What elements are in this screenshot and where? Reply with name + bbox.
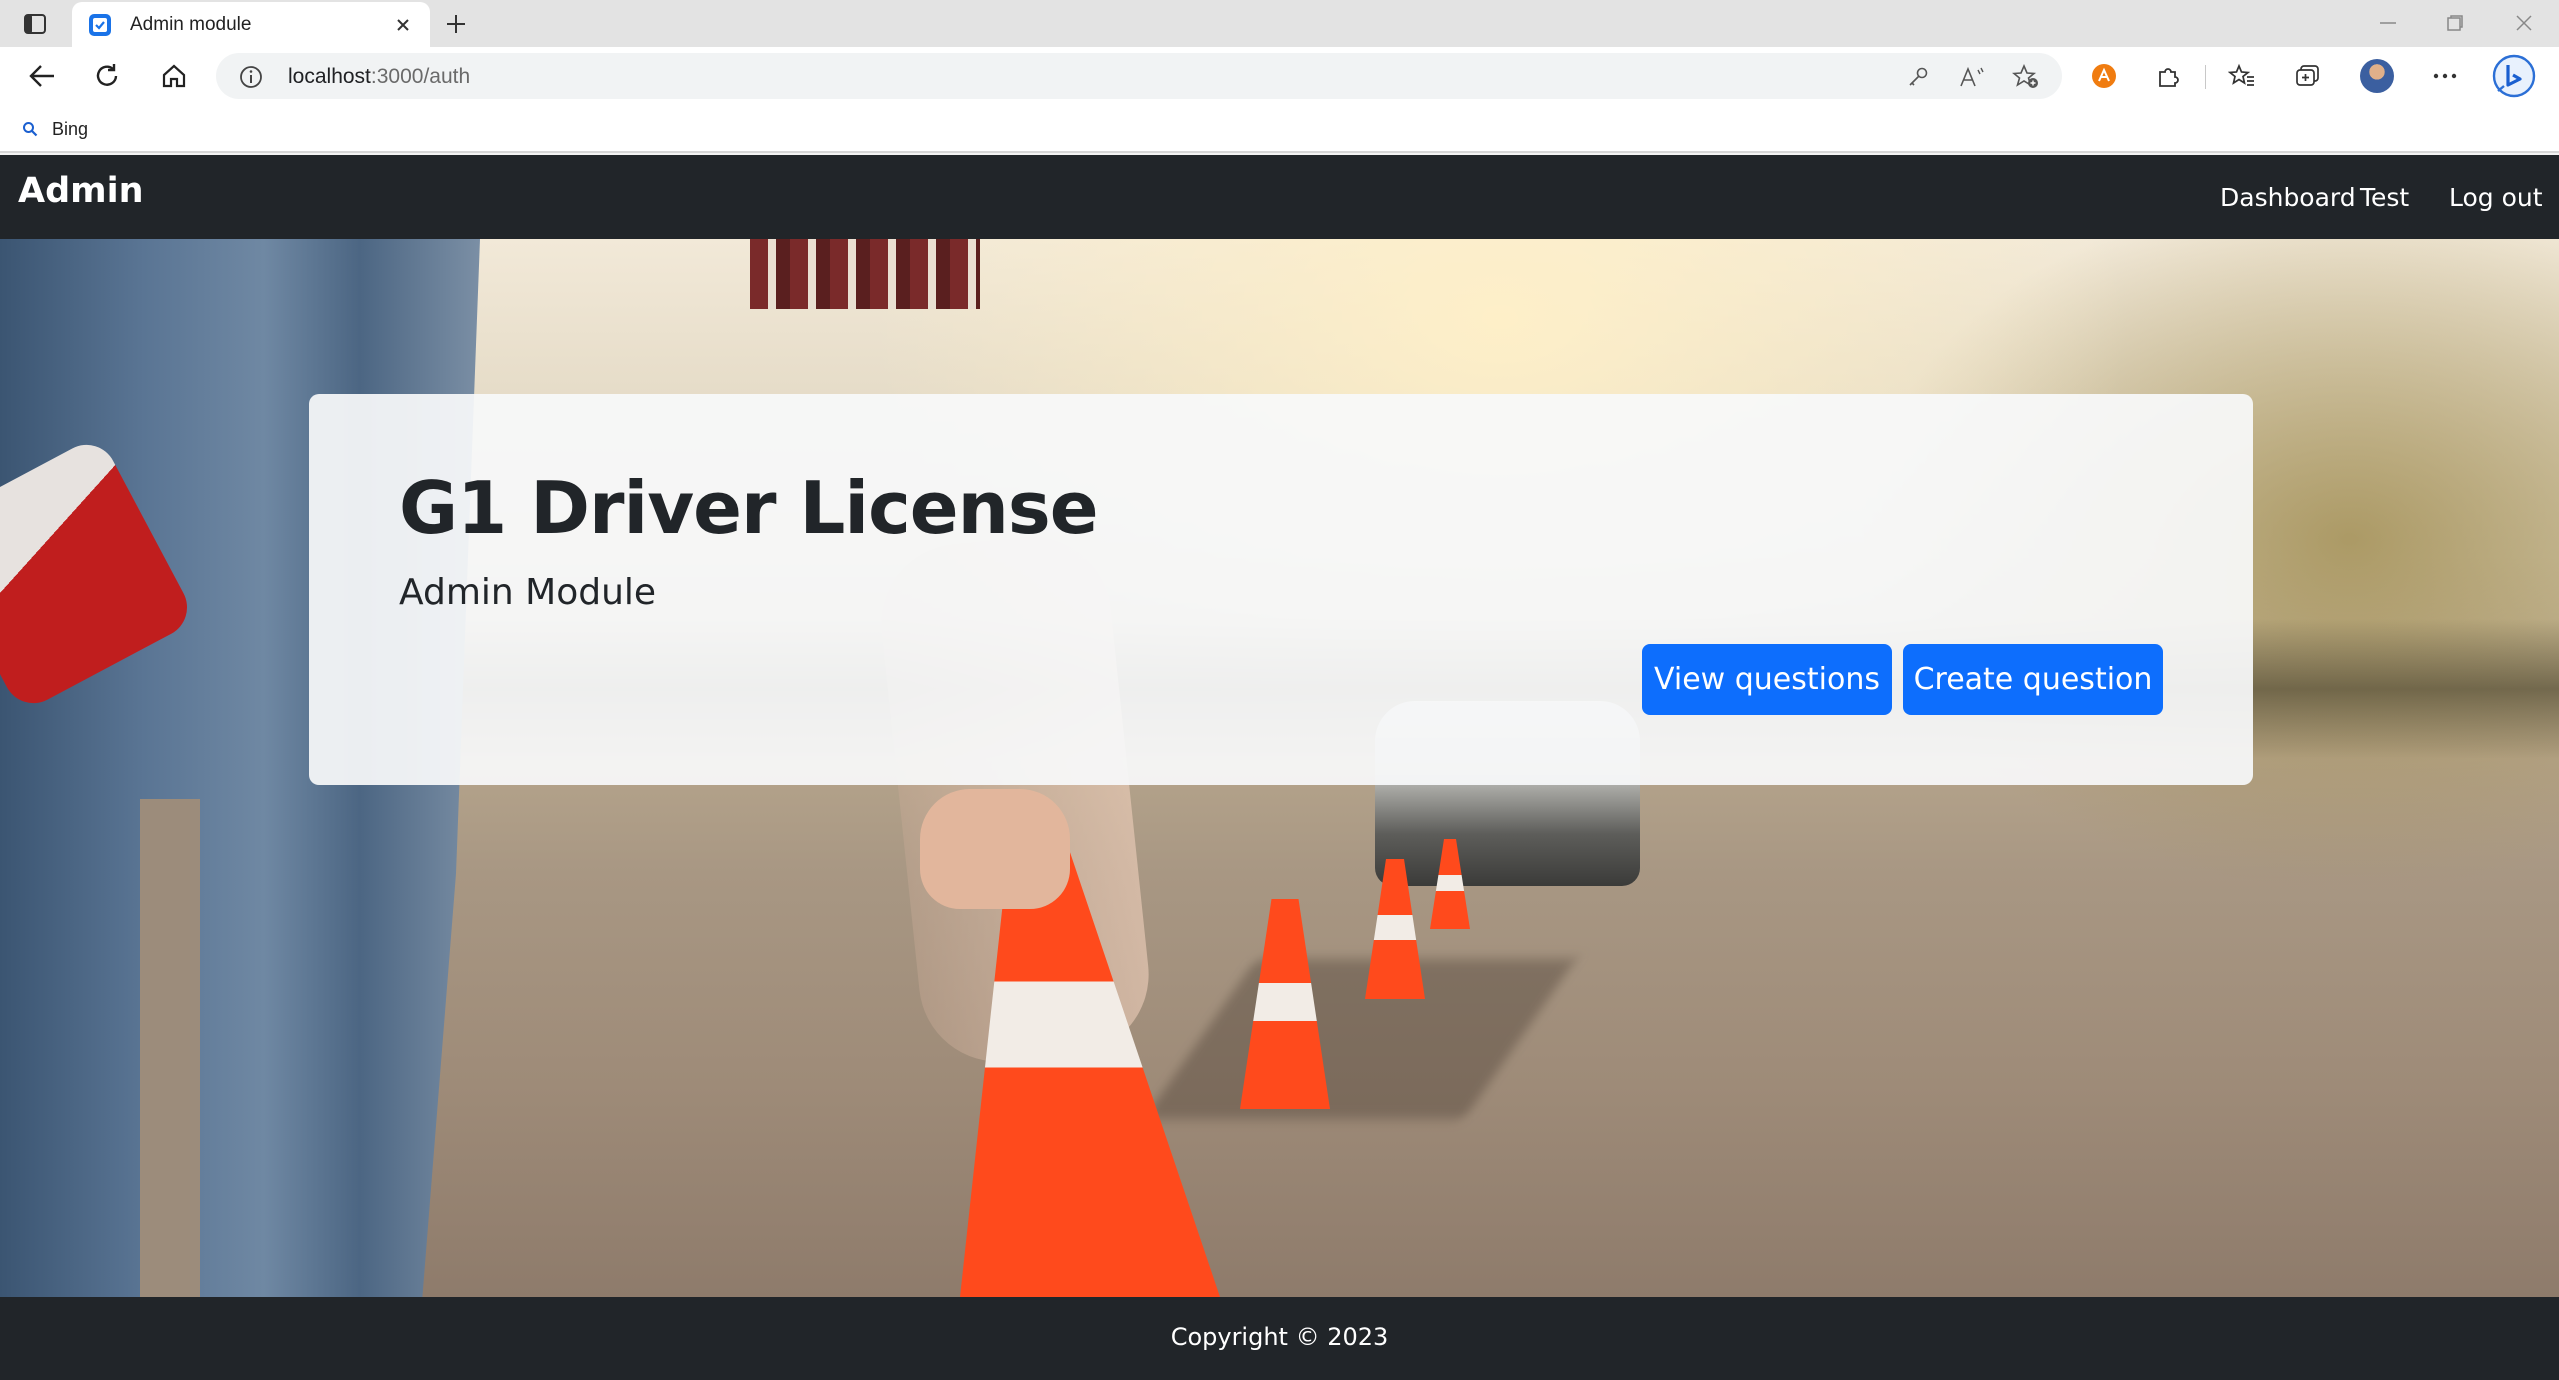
- favorite-bing[interactable]: Bing: [22, 115, 88, 143]
- plaid-shirt: [750, 239, 980, 309]
- back-icon[interactable]: [22, 57, 62, 95]
- create-question-button[interactable]: Create question: [1903, 644, 2163, 715]
- nav-link-dashboard[interactable]: Dashboard: [2220, 183, 2356, 212]
- tab-actions-icon[interactable]: [20, 10, 50, 38]
- new-tab-icon[interactable]: [440, 9, 472, 39]
- add-favorite-icon[interactable]: [2012, 63, 2040, 91]
- minimize-icon[interactable]: [2358, 6, 2418, 40]
- top-navbar: Admin Dashboard Test Log out: [0, 155, 2559, 239]
- favorites-bar: Bing: [0, 105, 2559, 153]
- toolbar-separator: [2205, 65, 2206, 89]
- site-info-icon[interactable]: [238, 64, 264, 90]
- browser-tab-active[interactable]: Admin module: [72, 2, 430, 47]
- navbar-brand[interactable]: Admin: [18, 171, 144, 211]
- page-title: G1 Driver License: [399, 466, 1099, 550]
- view-questions-button[interactable]: View questions: [1642, 644, 1892, 715]
- address-bar[interactable]: localhost:3000/auth: [216, 53, 2062, 99]
- leg-gap: [140, 799, 200, 1297]
- browser-toolbar: localhost:3000/auth: [0, 47, 2559, 105]
- favorite-label: Bing: [52, 118, 89, 139]
- web-page: Admin Dashboard Test Log out G1 Driver L…: [0, 155, 2559, 1380]
- extension-orange-icon[interactable]: [2086, 59, 2122, 93]
- bing-chat-icon[interactable]: [2490, 53, 2538, 99]
- url-text[interactable]: localhost:3000/auth: [288, 65, 470, 89]
- cone-shadow: [1143, 959, 1577, 1119]
- read-aloud-icon[interactable]: [1958, 63, 1986, 91]
- key-icon[interactable]: [1904, 63, 1932, 91]
- page-footer: Copyright © 2023: [0, 1297, 2559, 1380]
- nav-link-logout[interactable]: Log out: [2449, 183, 2543, 212]
- close-window-icon[interactable]: [2494, 6, 2554, 40]
- collections-icon[interactable]: [2290, 59, 2326, 93]
- more-options-icon[interactable]: [2427, 59, 2463, 93]
- browser-tab-strip: Admin module: [0, 0, 2559, 47]
- home-icon[interactable]: [154, 57, 194, 95]
- hero-background-image: G1 Driver License Admin Module View ques…: [0, 239, 2559, 1297]
- extensions-puzzle-icon[interactable]: [2150, 59, 2186, 93]
- person-hand: [920, 789, 1070, 909]
- search-icon: [23, 122, 38, 137]
- nav-link-test[interactable]: Test: [2360, 183, 2409, 212]
- hero-panel: G1 Driver License Admin Module View ques…: [309, 394, 2253, 785]
- close-tab-icon[interactable]: [390, 12, 416, 38]
- admin-favicon-icon: [89, 13, 111, 36]
- page-subtitle: Admin Module: [399, 572, 657, 613]
- copyright-text: Copyright © 2023: [1170, 1323, 1389, 1351]
- refresh-icon[interactable]: [87, 57, 127, 95]
- restore-icon[interactable]: [2425, 6, 2485, 40]
- favorites-icon[interactable]: [2224, 59, 2260, 93]
- profile-avatar[interactable]: [2360, 59, 2394, 93]
- tab-title: Admin module: [130, 13, 252, 35]
